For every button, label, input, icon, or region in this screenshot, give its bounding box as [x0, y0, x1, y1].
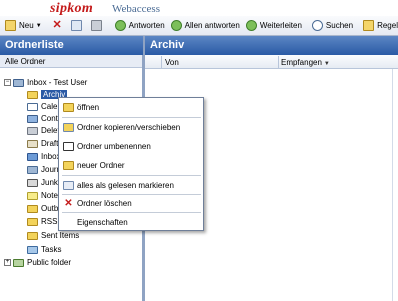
outbox-icon: [27, 204, 38, 213]
collapse-toggle-icon[interactable]: −: [4, 79, 11, 86]
column-divider[interactable]: [278, 56, 279, 68]
inbox-icon: [27, 152, 38, 161]
reply-all-button[interactable]: Allen antworten: [168, 18, 243, 34]
mailbox-label: Inbox - Test User: [27, 78, 88, 87]
menu-item-properties[interactable]: Eigenschaften: [59, 214, 204, 230]
tree-item-label: Sent Items: [41, 231, 80, 240]
menu-item-label: Eigenschaften: [77, 217, 128, 227]
folder-icon: [27, 90, 38, 99]
menu-separator: [62, 117, 201, 118]
mark-read-icon: [63, 180, 74, 190]
tree-item-label: Public folder: [27, 258, 72, 267]
calendar-icon: [27, 102, 38, 111]
new-folder-icon: [63, 160, 74, 170]
move-button[interactable]: [68, 18, 88, 34]
drafts-icon: [27, 139, 38, 148]
print-icon: [90, 20, 102, 31]
rules-icon: [363, 20, 375, 31]
mailbox-icon: [13, 78, 24, 87]
folder-context-menu: öffnen Ordner kopieren/verschieben Ordne…: [58, 97, 204, 231]
sipkom-logo: sipkom: [50, 1, 94, 16]
all-folders-header: Alle Ordner: [0, 55, 142, 68]
journal-icon: [27, 165, 38, 174]
tasks-icon: [27, 245, 38, 254]
menu-item-label: Ordner kopieren/verschieben: [77, 122, 181, 132]
menu-separator: [62, 175, 201, 176]
menu-item-label: Ordner löschen: [77, 198, 132, 208]
copy-move-icon: [63, 122, 74, 132]
tree-item-inbox[interactable]: Inbox: [27, 151, 61, 162]
menu-item-label: alles als gelesen markieren: [77, 180, 174, 190]
forward-button[interactable]: Weiterleiten: [243, 18, 305, 34]
message-list-header: Von Empfangen ▼: [145, 55, 398, 69]
scrollbar-track[interactable]: [392, 69, 393, 301]
column-from[interactable]: Von: [165, 58, 179, 67]
expand-toggle-icon[interactable]: +: [4, 259, 11, 266]
menu-item-new-folder[interactable]: neuer Ordner: [59, 157, 204, 173]
junk-icon: [27, 178, 38, 187]
column-divider[interactable]: [161, 56, 162, 68]
reply-all-icon: [170, 20, 182, 31]
folder-view-title: Archiv: [145, 36, 398, 55]
contacts-icon: [27, 114, 38, 123]
tree-root-mailbox[interactable]: − Inbox - Test User: [4, 77, 87, 88]
delete-icon: ✕: [52, 19, 62, 31]
menu-item-label: öffnen: [77, 102, 100, 112]
tree-item-label: Tasks: [41, 245, 62, 254]
reply-button-label: Antworten: [128, 21, 165, 30]
print-button[interactable]: [88, 18, 108, 34]
folder-list-title: Ordnerliste: [0, 36, 143, 55]
menu-separator: [62, 212, 201, 213]
search-icon: [311, 20, 323, 31]
move-to-folder-icon: [70, 20, 82, 31]
trash-icon: [27, 126, 38, 135]
forward-icon: [245, 20, 257, 31]
column-received-label: Empfangen: [281, 58, 322, 67]
sent-items-icon: [27, 231, 38, 240]
rss-folder-icon: [27, 217, 38, 226]
chevron-down-icon[interactable]: ▼: [36, 23, 42, 29]
new-button-label: Neu: [19, 21, 34, 30]
delete-button[interactable]: ✕: [49, 18, 68, 34]
reply-button[interactable]: Antworten: [112, 18, 168, 34]
reply-icon: [114, 20, 126, 31]
brand-bar: sipkom Webaccess: [0, 0, 398, 16]
new-item-icon: [5, 20, 16, 31]
rules-button[interactable]: Regeln: [360, 18, 398, 34]
forward-button-label: Weiterleiten: [259, 21, 302, 30]
sort-descending-icon: ▼: [323, 61, 330, 67]
menu-item-label: Ordner umbenennen: [77, 141, 151, 151]
tree-item-tasks[interactable]: Tasks: [27, 244, 61, 255]
column-received[interactable]: Empfangen ▼: [281, 58, 330, 67]
notes-icon: [27, 191, 38, 200]
menu-item-label: neuer Ordner: [77, 160, 125, 170]
menu-item-delete-folder[interactable]: ✕ Ordner löschen: [59, 195, 204, 211]
delete-icon: ✕: [64, 197, 73, 209]
public-folder-icon: [13, 258, 24, 267]
tree-item-sent[interactable]: Sent Items: [27, 230, 79, 241]
menu-item-open[interactable]: öffnen: [59, 99, 204, 115]
tree-item-notes[interactable]: Notes: [27, 190, 62, 201]
tree-item-public-folder[interactable]: + Public folder: [4, 257, 71, 268]
new-button[interactable]: Neu ▼: [2, 18, 45, 34]
open-folder-icon: [63, 102, 74, 112]
menu-item-rename[interactable]: Ordner umbenennen: [59, 138, 204, 154]
rules-button-label: Regeln: [377, 21, 398, 30]
reply-all-button-label: Allen antworten: [184, 21, 240, 30]
search-button[interactable]: Suchen: [309, 18, 356, 34]
toolbar: Neu ▼ ✕ Antworten Allen antworten Weiter…: [0, 16, 398, 36]
menu-item-copy-move[interactable]: Ordner kopieren/verschieben: [59, 119, 204, 135]
rename-icon: [63, 141, 74, 151]
search-button-label: Suchen: [325, 21, 354, 30]
product-name: Webaccess: [112, 3, 160, 15]
menu-item-mark-all-read[interactable]: alles als gelesen markieren: [59, 177, 204, 193]
